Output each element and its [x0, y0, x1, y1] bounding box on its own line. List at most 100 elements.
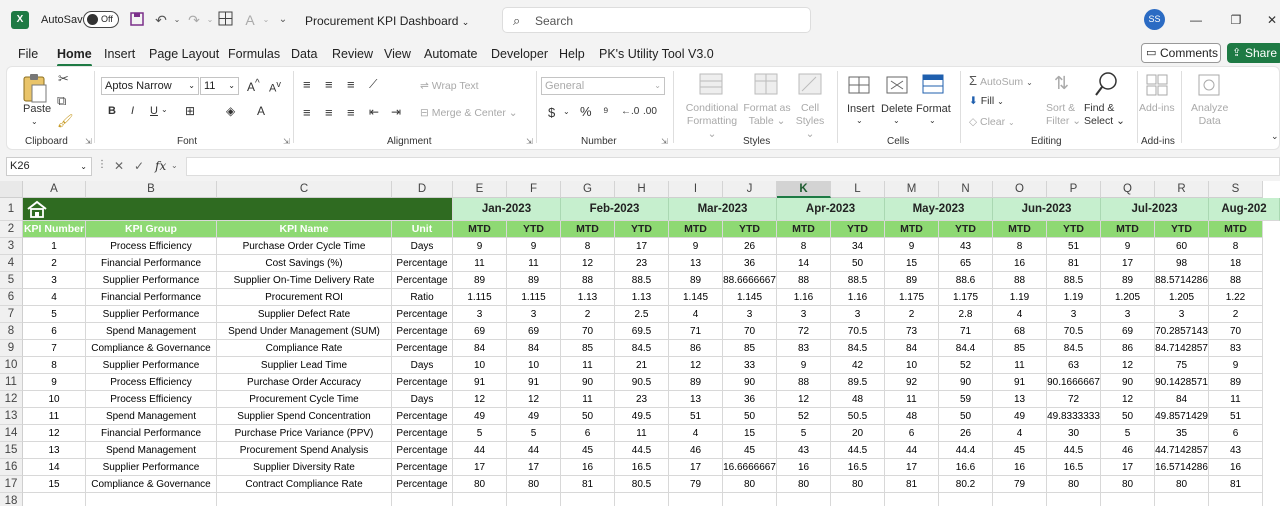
table-cell[interactable]: Percentage [392, 272, 453, 289]
table-cell[interactable]: 3 [723, 306, 777, 323]
table-cell[interactable]: 2 [1209, 306, 1263, 323]
column-header-f[interactable]: F [507, 181, 561, 198]
spreadsheet-grid[interactable]: ABCDEFGHIJKLMNOPQRS 1 2 3 4 5 6 7 8 9 10 11 12 13 14 1… [0, 181, 1280, 506]
row-header-7[interactable]: 7 [0, 306, 23, 323]
home-icon[interactable] [26, 200, 48, 218]
table-cell[interactable]: Percentage [392, 255, 453, 272]
fill-color-icon[interactable]: ◈ [226, 104, 235, 118]
search-input[interactable]: ⌕ Search [502, 7, 811, 33]
table-cell[interactable]: 49.5 [615, 408, 669, 425]
table-cell[interactable]: Purchase Order Accuracy [217, 374, 392, 391]
wrap-text-button[interactable]: ⇌ Wrap Text [420, 80, 479, 92]
decrease-decimal-icon[interactable]: .00 [643, 106, 657, 117]
table-cell[interactable]: 84 [885, 340, 939, 357]
table-cell[interactable]: 4 [23, 289, 86, 306]
orientation-icon[interactable]: ⟋ [369, 77, 377, 92]
row-header-1[interactable]: 1 [0, 198, 23, 221]
table-cell[interactable]: 30 [1047, 425, 1101, 442]
column-header-o[interactable]: O [993, 181, 1047, 198]
table-cell[interactable]: 52 [777, 408, 831, 425]
table-cell[interactable]: 6 [1209, 425, 1263, 442]
table-cell[interactable]: 42 [831, 357, 885, 374]
table-cell[interactable]: 15 [23, 476, 86, 493]
table-cell[interactable]: 20 [831, 425, 885, 442]
insert-cells-button[interactable]: Insert [847, 103, 875, 115]
table-cell[interactable]: 4 [993, 306, 1047, 323]
table-cell[interactable]: Supplier Spend Concentration [217, 408, 392, 425]
table-cell[interactable]: 85 [993, 340, 1047, 357]
table-cell[interactable]: 81 [1047, 255, 1101, 272]
table-cell[interactable]: 70 [1209, 323, 1263, 340]
tab-file[interactable]: File [18, 47, 38, 61]
table-cell[interactable]: 1.16 [777, 289, 831, 306]
table-cell[interactable]: 16.5 [1047, 459, 1101, 476]
insert-dropdown-icon[interactable]: ⌄ [856, 116, 863, 125]
grow-font-icon[interactable]: A^ [247, 78, 260, 94]
font-name-select[interactable]: Aptos Narrow ⌄ [101, 77, 199, 95]
table-cell[interactable]: 89 [885, 272, 939, 289]
table-cell[interactable]: 88.6666667 [723, 272, 777, 289]
table-cell[interactable]: 17 [615, 238, 669, 255]
table-cell[interactable]: 45 [723, 442, 777, 459]
row-header-4[interactable]: 4 [0, 255, 23, 272]
restore-icon[interactable]: ❐ [1226, 10, 1246, 30]
table-cell[interactable]: 48 [831, 391, 885, 408]
table-cell[interactable]: 90 [1101, 374, 1155, 391]
table-cell[interactable]: 1.19 [993, 289, 1047, 306]
paste-dropdown-icon[interactable]: ⌄ [31, 117, 38, 126]
row-header-18[interactable]: 18 [0, 493, 23, 506]
table-cell[interactable]: 88 [561, 272, 615, 289]
table-cell[interactable]: 11 [561, 357, 615, 374]
format-painter-icon[interactable]: 🖌 [57, 113, 74, 129]
table-cell[interactable]: 50 [939, 408, 993, 425]
name-box[interactable]: K26 ⌄ [6, 157, 92, 176]
table-cell[interactable]: 36 [723, 391, 777, 408]
table-cell[interactable]: Supplier On-Time Delivery Rate [217, 272, 392, 289]
table-cell[interactable]: 26 [723, 238, 777, 255]
table-cell[interactable]: Purchase Order Cycle Time [217, 238, 392, 255]
tab-home[interactable]: Home [57, 47, 92, 67]
table-cell[interactable]: 5 [453, 425, 507, 442]
analyze-data-icon[interactable] [1197, 73, 1221, 100]
table-cell[interactable]: Supplier Diversity Rate [217, 459, 392, 476]
enter-icon[interactable]: ✓ [134, 159, 144, 173]
table-cell[interactable]: 90.1666667 [1047, 374, 1101, 391]
customize-toolbar-icon[interactable]: ⌄ [274, 11, 292, 29]
table-cell[interactable]: 71 [669, 323, 723, 340]
table-cell[interactable]: 88.5714286 [1155, 272, 1209, 289]
table-cell[interactable]: 14 [777, 255, 831, 272]
table-cell[interactable]: 88 [993, 272, 1047, 289]
sort-filter-button[interactable]: Sort & Filter ⌄ [1046, 102, 1081, 128]
table-cell[interactable]: 90 [723, 374, 777, 391]
table-cell[interactable]: 16 [1209, 459, 1263, 476]
table-cell[interactable]: 81 [1209, 476, 1263, 493]
table-cell[interactable]: 36 [723, 255, 777, 272]
table-cell[interactable]: 11 [453, 255, 507, 272]
table-cell[interactable]: 3 [1101, 306, 1155, 323]
table-cell[interactable]: 80 [1101, 476, 1155, 493]
table-cell[interactable]: 51 [669, 408, 723, 425]
table-cell[interactable]: 86 [1101, 340, 1155, 357]
table-cell[interactable]: 9 [507, 238, 561, 255]
table-cell[interactable]: 9 [23, 374, 86, 391]
table-cell[interactable]: Supplier Performance [86, 306, 217, 323]
decrease-indent-icon[interactable]: ⇤ [369, 105, 379, 119]
more-options-icon[interactable]: ⋮ [97, 159, 107, 170]
table-cell[interactable]: 2 [23, 255, 86, 272]
table-cell[interactable]: Percentage [392, 374, 453, 391]
table-cell[interactable]: Ratio [392, 289, 453, 306]
align-middle-icon[interactable]: ≡ [325, 77, 333, 92]
table-cell[interactable]: 44.5 [1047, 442, 1101, 459]
table-cell[interactable]: 11 [507, 255, 561, 272]
table-cell[interactable]: Financial Performance [86, 289, 217, 306]
table-cell[interactable]: Supplier Performance [86, 357, 217, 374]
table-cell[interactable]: 70.2857143 [1155, 323, 1209, 340]
table-cell[interactable]: 70.5 [831, 323, 885, 340]
addins-button[interactable]: Add-ins [1139, 102, 1175, 114]
table-cell[interactable]: 89.5 [831, 374, 885, 391]
table-cell[interactable]: Procurement Cycle Time [217, 391, 392, 408]
table-cell[interactable]: Contract Compliance Rate [217, 476, 392, 493]
table-cell[interactable]: 84.7142857 [1155, 340, 1209, 357]
table-cell[interactable]: 59 [939, 391, 993, 408]
table-cell[interactable]: 80 [723, 476, 777, 493]
